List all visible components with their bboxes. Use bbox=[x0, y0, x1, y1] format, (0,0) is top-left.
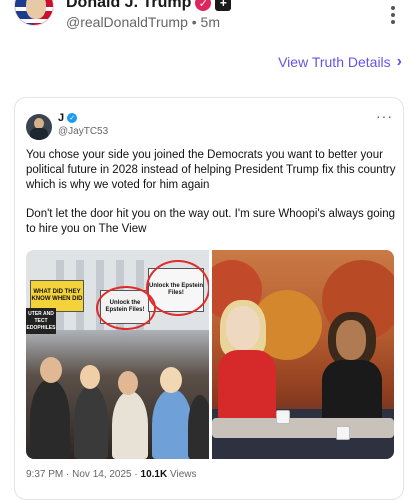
flag-stripe bbox=[15, 19, 53, 23]
tv-show-photo[interactable] bbox=[212, 250, 394, 459]
handle[interactable]: @realDonaldTrump bbox=[66, 14, 188, 30]
avatar[interactable] bbox=[14, 0, 54, 26]
verified-check-icon: ✓ bbox=[67, 113, 78, 123]
more-options-icon[interactable]: ··· bbox=[376, 108, 393, 124]
highlight-circle bbox=[146, 260, 209, 316]
name-row: Donald J. Trump ✓ + bbox=[66, 0, 232, 12]
display-name[interactable]: Donald J. Trump bbox=[66, 0, 191, 12]
quoted-post-card[interactable]: J ✓ @JayTC53 ··· You chose your side you… bbox=[14, 97, 404, 500]
protest-sign: UTER AND TECT EDOPHILES bbox=[26, 308, 56, 334]
post-meta: 9:37 PM · Nov 14, 2025 · 10.1K Views bbox=[26, 469, 196, 480]
timestamp: 9:37 PM · Nov 14, 2025 · bbox=[26, 469, 141, 480]
time-ago: 5m bbox=[200, 14, 220, 30]
quoted-avatar[interactable] bbox=[26, 114, 52, 140]
host-face bbox=[336, 320, 366, 360]
media-grid: WHAT DID THEY KNOW WHEN DID Unlock the E… bbox=[26, 250, 394, 459]
guest-red-jacket bbox=[218, 350, 276, 420]
handle-row: @realDonaldTrump • 5m bbox=[66, 14, 220, 30]
verified-badge-icon: ✓ bbox=[195, 0, 212, 11]
truth-plus-icon: + bbox=[215, 0, 232, 11]
avatar-face bbox=[26, 0, 46, 19]
quoted-paragraph: You chose your side you joined the Democ… bbox=[26, 149, 396, 191]
views-label: Views bbox=[167, 469, 197, 480]
mug bbox=[336, 426, 350, 440]
quoted-name[interactable]: J bbox=[58, 112, 64, 124]
quoted-text: You chose your side you joined the Democ… bbox=[26, 148, 396, 251]
views-count: 10.1K bbox=[140, 469, 168, 480]
post-header: Donald J. Trump ✓ + @realDonaldTrump • 5… bbox=[0, 0, 418, 44]
view-truth-label: View Truth Details bbox=[278, 54, 391, 70]
crowd bbox=[26, 339, 209, 459]
protest-photo[interactable]: WHAT DID THEY KNOW WHEN DID Unlock the E… bbox=[26, 250, 209, 459]
desk bbox=[212, 418, 394, 438]
separator: • bbox=[191, 14, 197, 30]
chevron-right-icon: › bbox=[396, 53, 402, 70]
quoted-paragraph: Don't let the door hit you on the way ou… bbox=[26, 208, 396, 235]
avatar-body bbox=[30, 128, 48, 140]
quoted-handle[interactable]: @JayTC53 bbox=[58, 126, 108, 137]
guest-face bbox=[226, 306, 260, 350]
more-options-icon[interactable] bbox=[390, 6, 396, 24]
quoted-name-row: J ✓ bbox=[58, 112, 78, 124]
mug bbox=[276, 410, 290, 424]
view-truth-details-link[interactable]: View Truth Details › bbox=[278, 53, 402, 71]
